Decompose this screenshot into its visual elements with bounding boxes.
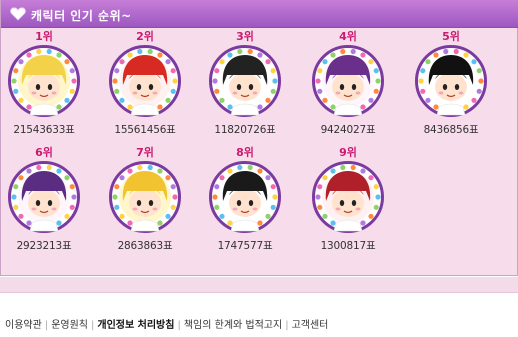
- character-card[interactable]: 2위 15561456표: [95, 30, 195, 137]
- rank-label: 5위: [442, 30, 460, 43]
- footer-separator: |: [177, 320, 181, 331]
- rank-label: 3위: [236, 30, 254, 43]
- character-avatar[interactable]: [109, 161, 181, 233]
- panel-bottom-bar: [0, 277, 518, 293]
- footer-link[interactable]: 운영원칙: [51, 320, 88, 331]
- vote-count: 2923213표: [16, 240, 72, 252]
- heart-icon: [10, 7, 26, 21]
- vote-count: 9424027표: [320, 124, 376, 136]
- character-card[interactable]: 4위 9424027표: [298, 30, 398, 137]
- footer-links: 이용약관 | 운영원칙 | 개인정보 처리방침 | 책임의 한계와 법적고지 | 고객센터: [5, 316, 328, 331]
- character-avatar[interactable]: [8, 45, 80, 117]
- footer-link[interactable]: 개인정보 처리방침: [97, 320, 174, 331]
- vote-count: 8436856표: [423, 124, 479, 136]
- vote-count: 21543633표: [13, 124, 75, 136]
- vote-count: 1300817표: [320, 240, 376, 252]
- character-card[interactable]: 1위 21543633표: [0, 30, 94, 137]
- character-avatar[interactable]: [312, 45, 384, 117]
- character-avatar[interactable]: [109, 45, 181, 117]
- character-card[interactable]: 3위 11820726표: [195, 30, 295, 137]
- character-avatar[interactable]: [8, 161, 80, 233]
- rank-label: 7위: [136, 146, 154, 159]
- footer-separator: |: [285, 320, 289, 331]
- panel-title: 캐릭터 인기 순위~: [31, 9, 132, 23]
- vote-count: 15561456표: [114, 124, 176, 136]
- panel-header: 캐릭터 인기 순위~: [1, 0, 518, 28]
- popularity-panel: 캐릭터 인기 순위~ 1위 21543633표 2위 15561456표 3위 11820…: [0, 0, 518, 276]
- vote-count: 11820726표: [214, 124, 276, 136]
- rank-label: 2위: [136, 30, 154, 43]
- character-card[interactable]: 8위 1747577표: [195, 146, 295, 253]
- footer-separator: |: [91, 320, 95, 331]
- rank-label: 4위: [339, 30, 357, 43]
- footer-link[interactable]: 고객센터: [292, 320, 329, 331]
- character-avatar[interactable]: [312, 161, 384, 233]
- rank-label: 1위: [35, 30, 53, 43]
- rank-label: 8위: [236, 146, 254, 159]
- character-card[interactable]: 6위 2923213표: [0, 146, 94, 253]
- footer-link[interactable]: 책임의 한계와 법적고지: [184, 320, 282, 331]
- vote-count: 2863863표: [117, 240, 173, 252]
- character-avatar[interactable]: [209, 161, 281, 233]
- character-card[interactable]: 5위 8436856표: [401, 30, 501, 137]
- character-card[interactable]: 7위 2863863표: [95, 146, 195, 253]
- footer-separator: |: [44, 320, 49, 331]
- character-avatar[interactable]: [415, 45, 487, 117]
- rank-label: 9위: [339, 146, 357, 159]
- rank-label: 6위: [35, 146, 53, 159]
- character-card[interactable]: 9위 1300817표: [298, 146, 398, 253]
- footer-link[interactable]: 이용약관: [5, 320, 42, 331]
- character-avatar[interactable]: [209, 45, 281, 117]
- vote-count: 1747577표: [217, 240, 273, 252]
